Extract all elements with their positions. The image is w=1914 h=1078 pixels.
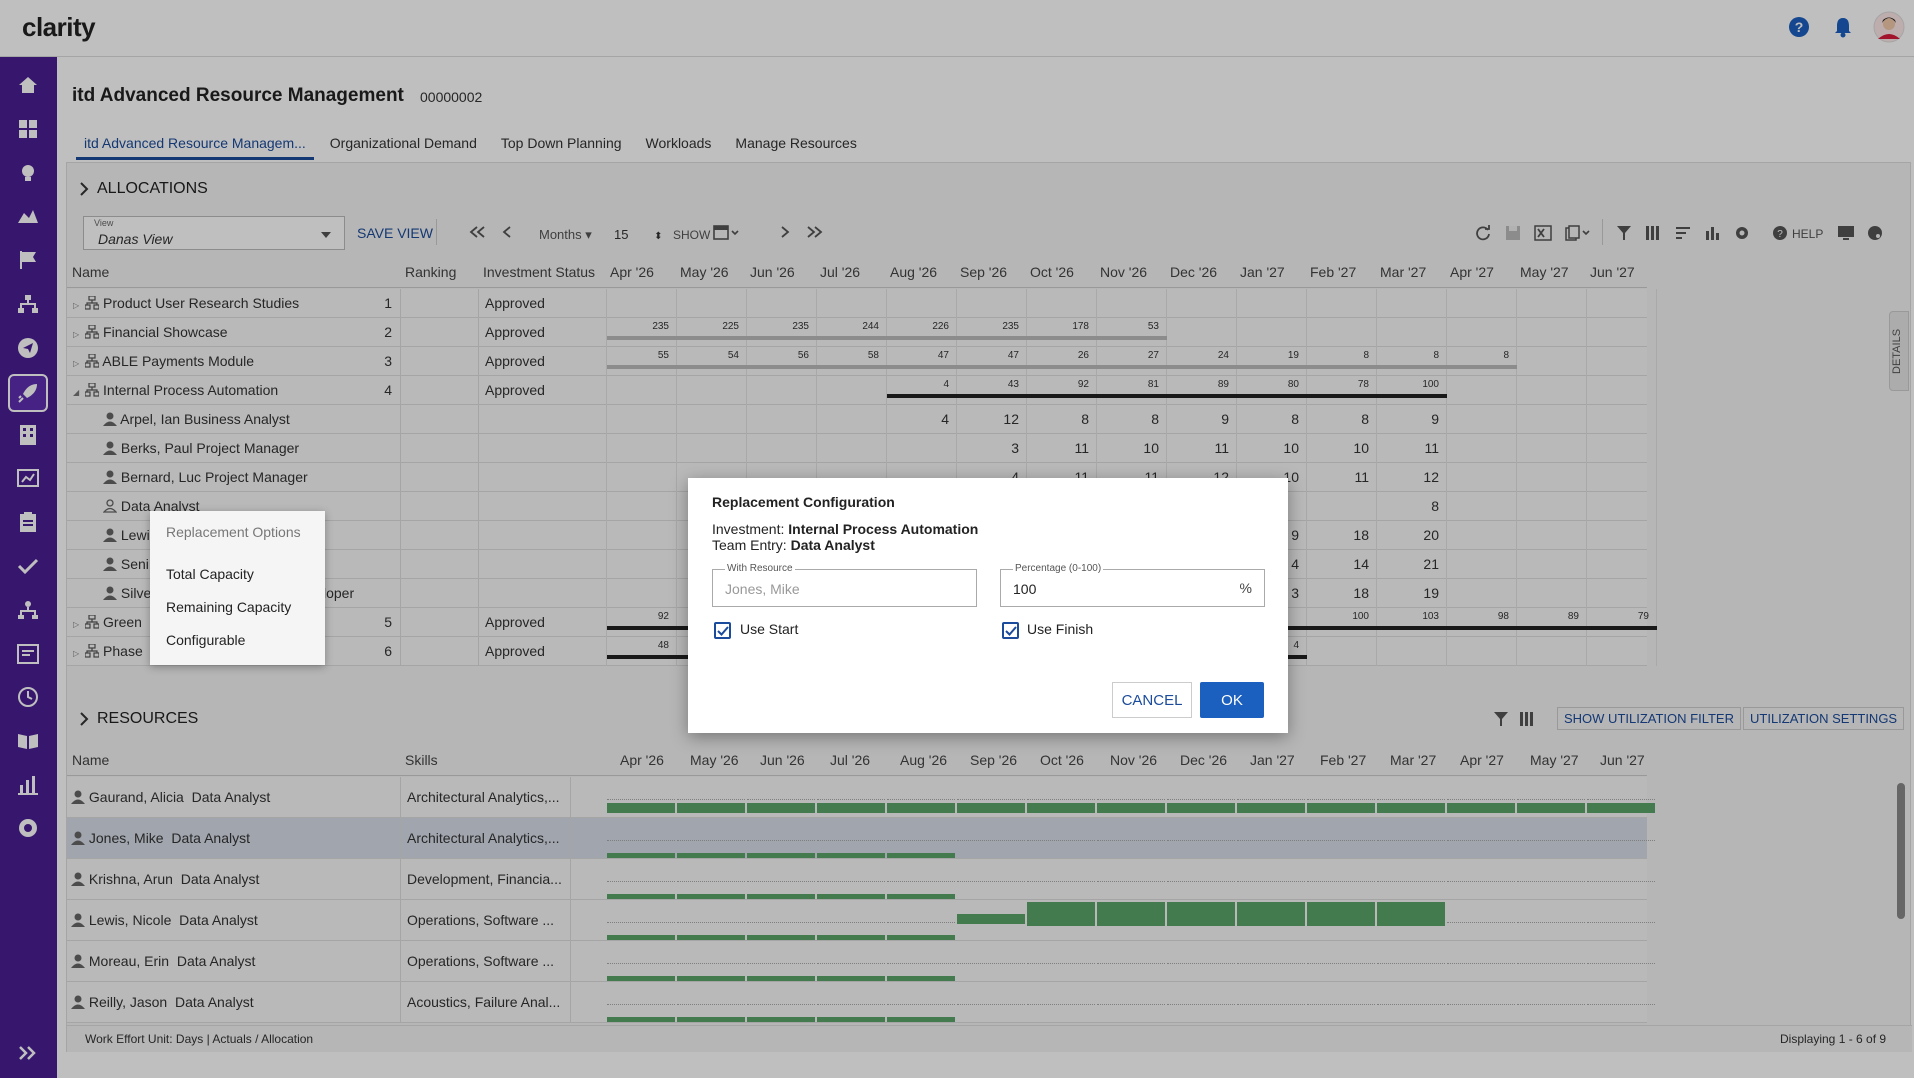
use-finish-checkbox[interactable]	[1002, 622, 1019, 639]
team-value: Data Analyst	[790, 537, 875, 553]
with-resource-label: With Resource	[725, 563, 795, 574]
percentage-field[interactable]: Percentage (0-100) 100 %	[1000, 563, 1265, 607]
menu-item-configurable[interactable]: Configurable	[166, 632, 245, 648]
menu-item-total-capacity[interactable]: Total Capacity	[166, 566, 254, 582]
with-resource-placeholder: Jones, Mike	[725, 581, 800, 597]
investment-value: Internal Process Automation	[788, 521, 979, 537]
percent-sign: %	[1239, 580, 1252, 596]
dialog-title: Replacement Configuration	[712, 494, 895, 510]
ok-button[interactable]: OK	[1200, 682, 1264, 718]
use-finish-label: Use Finish	[1027, 621, 1094, 637]
cancel-button[interactable]: CANCEL	[1112, 682, 1192, 718]
use-start-label: Use Start	[740, 621, 799, 637]
replacement-configuration-dialog: Replacement Configuration Investment: In…	[688, 478, 1288, 733]
menu-title: Replacement Options	[166, 524, 301, 540]
percentage-label: Percentage (0-100)	[1013, 563, 1104, 574]
team-label: Team Entry:	[712, 537, 787, 553]
with-resource-field[interactable]: With Resource Jones, Mike	[712, 563, 977, 607]
dialog-investment: Investment: Internal Process Automation	[712, 521, 978, 537]
percentage-value: 100	[1013, 581, 1037, 597]
menu-item-remaining-capacity[interactable]: Remaining Capacity	[166, 599, 291, 615]
replacement-options-menu: Replacement Options Total Capacity Remai…	[150, 511, 325, 665]
investment-label: Investment:	[712, 521, 785, 537]
dialog-team-entry: Team Entry: Data Analyst	[712, 537, 875, 553]
use-start-checkbox[interactable]	[714, 622, 731, 639]
